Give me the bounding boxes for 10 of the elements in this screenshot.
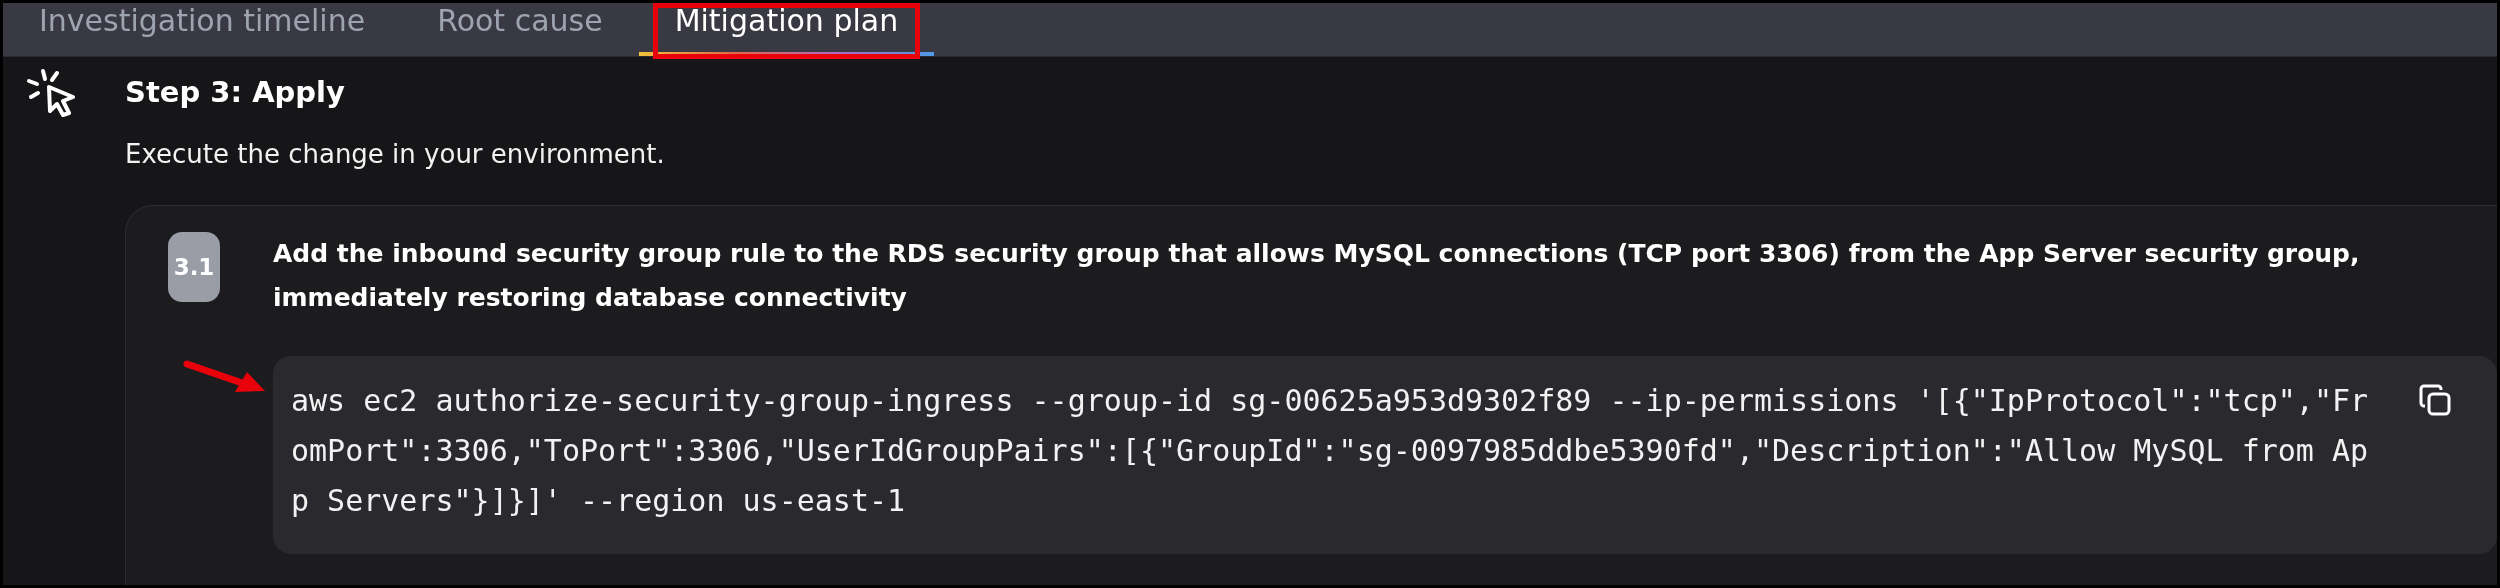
step-description: Execute the change in your environment. xyxy=(125,139,666,169)
code-text: aws ec2 authorize-security-group-ingress --group-id sg-00625a953d9302f89 --ip-permissions '[{"IpProtocol":"tcp","FromPort":3306,"ToPort":3306,"UserIdGroupPairs":[{"GroupId":"sg-0097985ddbe5390fd","Description":"Allow MySQL from App Servers"}]}]' --region us-east-1 xyxy=(291,382,2369,520)
tab[interactable]: Root cause xyxy=(401,3,639,56)
tab[interactable]: Investigation timeline xyxy=(3,3,402,56)
copy-icon xyxy=(2417,382,2453,418)
step-number: 3.1 xyxy=(168,232,220,302)
step-title: Step 3: Apply xyxy=(125,75,345,109)
substep-title: Add the inbound security group rule to the RDS security group that allows MySQL connections (TCP port 3306) from the App Server security group, immediately restoring database connectivity xyxy=(273,238,2361,314)
copy-button[interactable] xyxy=(2417,382,2453,418)
tab[interactable]: Mitigation plan xyxy=(638,3,935,56)
